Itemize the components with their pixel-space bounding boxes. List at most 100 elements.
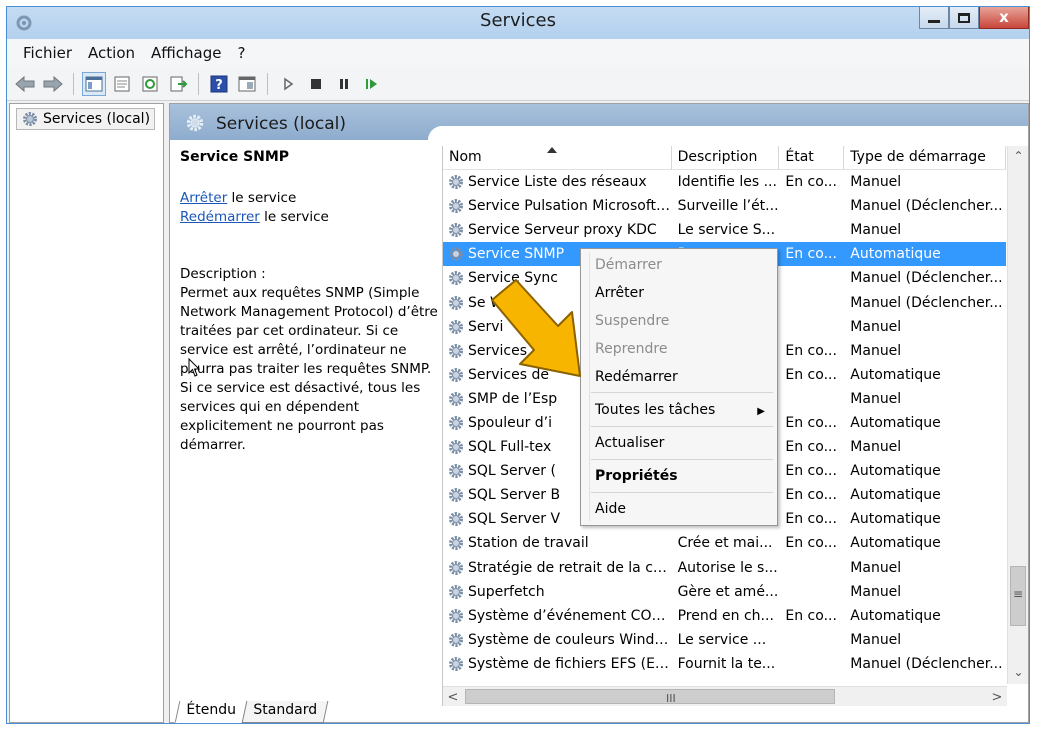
column-header-type[interactable]: Type de démarrage [844,146,1006,170]
cell-name: Service Liste des réseaux [443,173,672,191]
console-tree-icon[interactable] [82,71,106,96]
scroll-thumb[interactable]: ≡ [1010,566,1026,626]
column-header-nom[interactable]: Nom [443,146,672,170]
cell-etat: En co... [785,342,837,359]
stop-service-link[interactable]: Arrêter [180,190,227,206]
stop-suffix: le service [227,190,297,206]
gear-icon [23,112,37,126]
minimize-button[interactable] [919,7,949,29]
vertical-scrollbar[interactable]: ⌃ ≡ ⌄ [1007,146,1028,684]
menu-item-reprendre[interactable]: Reprendre [595,341,667,357]
horizontal-scrollbar[interactable]: < III > [443,686,1007,706]
scroll-down-icon[interactable]: ⌄ [1008,662,1029,682]
menu-item-aide[interactable]: Aide [595,501,626,517]
table-row[interactable]: Station de travail Crée et mai... En co...… [443,531,1006,555]
menu-item-toutes-les-taches[interactable]: Toutes les tâches [595,402,715,418]
forward-arrow-icon[interactable] [41,72,65,96]
table-row[interactable]: Service Pulsation Microsoft ... Surveille… [443,194,1006,218]
table-row[interactable]: Système de couleurs Windo... Le service .… [443,628,1006,652]
pane-title: Services (local) [216,114,346,134]
cell-type: Manuel [850,174,902,191]
cell-etat: En co... [785,535,837,552]
properties-icon[interactable] [110,72,134,96]
column-header-etat[interactable]: État [779,146,845,170]
gear-icon [449,367,463,382]
gear-icon [449,464,463,479]
stop-icon[interactable] [304,72,328,96]
menu-item-proprietes[interactable]: Propriétés [595,468,678,484]
cell-description: Le service S... [677,222,776,239]
cell-type: Automatique [850,246,941,263]
gear-icon [449,343,463,358]
title-bar[interactable]: Services x [7,7,1029,39]
maximize-button[interactable] [949,7,979,29]
cell-description: Identifie les ... [677,174,777,191]
cell-name: Système d’événement COM+ [443,607,672,625]
view-tabs: Étendu Standard [174,701,328,723]
service-name-heading: Service SNMP [180,149,290,165]
close-button[interactable]: x [979,7,1029,29]
pause-icon[interactable] [332,72,356,96]
cell-type: Manuel (Déclencher... [850,270,1003,287]
list-header: Nom Description État Type de démarrage [443,146,1006,170]
h-scroll-grip-icon: III [666,692,676,705]
cell-type: Automatique [850,414,941,431]
scroll-up-icon[interactable]: ⌃ [1008,146,1029,166]
cell-description: Le service ... [677,631,767,648]
cell-type: Manuel (Déclencher... [850,294,1003,311]
cell-type: Manuel [850,390,902,407]
export-icon[interactable] [166,72,190,96]
cell-description: Autorise le s... [677,559,778,576]
table-row[interactable]: Service Liste des réseaux Identifie les .… [443,170,1006,194]
column-header-description[interactable]: Description [671,146,780,170]
cell-name: Système de fichiers EFS (En... [443,655,672,673]
menu-fichier[interactable]: Fichier [15,44,80,62]
cell-description: Surveille l’ét... [677,198,779,215]
cell-name: Station de travail [443,534,672,552]
gear-icon [449,512,463,527]
cell-type: Manuel [850,318,902,335]
h-scroll-thumb[interactable]: III [465,689,835,705]
scroll-left-icon[interactable]: < [443,687,463,707]
restart-icon[interactable] [360,72,384,96]
restart-suffix: le service [259,209,329,225]
table-row[interactable]: Service Serveur proxy KDC Le service S...… [443,218,1006,242]
cell-name: Service Serveur proxy KDC [443,221,672,239]
menu-bar: Fichier Action Affichage ? [7,39,1029,67]
menu-item-suspendre[interactable]: Suspendre [595,313,669,329]
cell-name: Stratégie de retrait de la cart... [443,559,672,577]
scroll-right-icon[interactable]: > [987,687,1007,707]
table-row[interactable]: Système d’événement COM+ Prend en ch... En… [443,604,1006,628]
tree-item-services-local[interactable]: Services (local) [16,108,156,130]
cell-etat: En co... [785,439,837,456]
close-icon: x [999,8,1009,26]
menu-affichage[interactable]: Affichage [143,44,229,62]
table-row[interactable]: Stratégie de retrait de la cart... Autori… [443,556,1006,580]
table-row[interactable]: Superfetch Gère et amé... Manuel [443,580,1006,604]
restart-service-link[interactable]: Redémarrer [180,209,260,225]
menu-help[interactable]: ? [229,44,253,62]
cell-name: Superfetch [443,583,672,601]
refresh-icon[interactable] [138,72,162,96]
menu-item-actualiser[interactable]: Actualiser [595,435,664,451]
play-icon[interactable] [276,72,300,96]
mouse-cursor-icon [188,358,201,377]
help-icon[interactable]: ? [207,72,231,96]
view-icon[interactable] [235,72,259,96]
gear-icon [449,415,463,430]
back-arrow-icon[interactable] [13,72,37,96]
cell-etat: En co... [785,463,837,480]
tab-standard[interactable]: Standard [241,701,328,723]
tab-etendu[interactable]: Étendu [174,701,247,723]
menu-item-demarrer[interactable]: Démarrer [595,257,662,273]
description-label: Description : [180,266,266,282]
table-row[interactable]: Système de fichiers EFS (En... Fournit la… [443,652,1006,676]
menu-item-arreter[interactable]: Arrêter [595,285,644,301]
menu-action[interactable]: Action [80,44,143,62]
gear-icon [449,560,463,575]
cell-description: Crée et mai... [677,535,773,552]
menu-item-redemarrer[interactable]: Redémarrer [595,369,678,385]
gear-icon [449,608,463,623]
cell-etat: En co... [785,366,837,383]
gear-icon [449,488,463,503]
